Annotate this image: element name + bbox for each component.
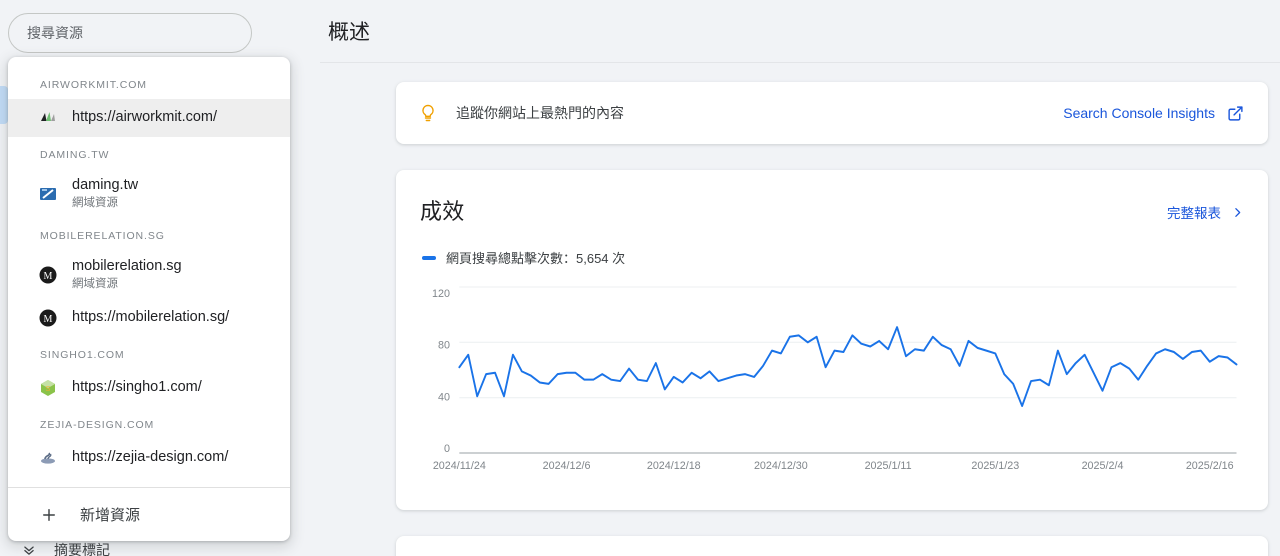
- property-item-title: daming.tw: [72, 177, 139, 193]
- performance-title: 成效: [420, 199, 465, 224]
- svg-text:2024/11/24: 2024/11/24: [433, 460, 486, 472]
- favicon-mobilerelation-icon: M: [38, 308, 58, 328]
- favicon-daming-icon: [38, 184, 58, 204]
- legend-swatch-clicks: [422, 255, 436, 260]
- add-property-label: 新增資源: [80, 507, 141, 525]
- property-item[interactable]: Mhttps://mobilerelation.sg/: [8, 299, 290, 337]
- performance-card: 成效 完整報表 網頁搜尋總點擊次數：5,654 次 0408012020: [396, 170, 1268, 510]
- svg-text:120: 120: [432, 288, 450, 300]
- full-report-label: 完整報表: [1167, 206, 1221, 221]
- external-link-icon: [1227, 105, 1244, 122]
- svg-text:2024/12/18: 2024/12/18: [647, 460, 701, 472]
- search-console-page: 搜尋資源 摘要標記 概述 追蹤你網站上最熱門的內容 Search Console…: [0, 0, 1280, 556]
- property-item-subtitle: 網域資源: [72, 277, 118, 290]
- property-item-text: https://zejia-design.com/: [72, 448, 228, 468]
- plus-icon: [40, 506, 58, 524]
- svg-text:80: 80: [438, 340, 450, 352]
- page-title: 概述: [328, 21, 370, 44]
- property-group-label: ZEJIA-DESIGN.COM: [40, 419, 155, 432]
- main-header: 概述: [320, 0, 1280, 62]
- property-item-text: daming.tw 網域資源: [72, 176, 138, 211]
- property-group-label: AIRWORKMIT.COM: [40, 79, 147, 91]
- insights-text: 追蹤你網站上最熱門的內容: [456, 105, 624, 121]
- property-item[interactable]: Mmobilerelation.sg 網域資源: [8, 250, 290, 299]
- search-input[interactable]: 搜尋資源: [8, 13, 252, 53]
- svg-text:2024/12/30: 2024/12/30: [754, 460, 808, 472]
- property-selector-dropdown[interactable]: AIRWORKMIT.COM https://airworkmit.com/DAM…: [8, 57, 290, 542]
- chevron-right-icon: [1231, 206, 1244, 219]
- property-item-title: https://airworkmit.com/: [72, 109, 218, 126]
- property-item-text: https://mobilerelation.sg/: [72, 308, 229, 328]
- performance-header: 成效 完整報表: [420, 194, 1244, 226]
- legend-label-clicks: 網頁搜尋總點擊次數：5,654 次: [446, 251, 626, 266]
- sidebar-active-indicator: [0, 86, 8, 124]
- sidebar-item-label: 摘要標記: [54, 542, 110, 556]
- property-item-text: mobilerelation.sg 網域資源: [72, 257, 182, 292]
- chart-legend[interactable]: 網頁搜尋總點擊次數：5,654 次: [422, 248, 1244, 267]
- main-content: 概述 追蹤你網站上最熱門的內容 Search Console Insights: [320, 0, 1280, 556]
- insights-link-label: Search Console Insights: [1063, 105, 1215, 121]
- property-group-label: SINGHO1.COM: [40, 349, 125, 362]
- favicon-airworkmit-icon: [38, 108, 58, 128]
- insights-card: 追蹤你網站上最熱門的內容 Search Console Insights: [396, 82, 1268, 144]
- svg-text:2025/1/11: 2025/1/11: [865, 460, 912, 472]
- svg-text:M: M: [44, 314, 53, 325]
- performance-chart-labels: 0 40 80 120 2024/11/24 2024/12/6 2024/12/18 202…: [432, 288, 1234, 472]
- property-item[interactable]: daming.tw 網域資源: [8, 169, 290, 218]
- add-property-button[interactable]: 新增資源: [8, 488, 290, 541]
- svg-text:S: S: [46, 386, 51, 393]
- property-item-title: mobilerelation.sg: [72, 258, 182, 275]
- svg-text:2024/12/6: 2024/12/6: [543, 460, 591, 472]
- header-divider: [320, 62, 1280, 63]
- full-report-link[interactable]: 完整報表: [1167, 202, 1244, 222]
- property-item[interactable]: https://airworkmit.com/: [8, 99, 290, 137]
- property-item-title: https://mobilerelation.sg/: [72, 309, 230, 326]
- property-item[interactable]: https://zejia-design.com/: [8, 439, 290, 477]
- svg-text:2025/1/23: 2025/1/23: [971, 460, 1019, 472]
- svg-text:2025/2/16: 2025/2/16: [1186, 460, 1234, 472]
- favicon-singho1-icon: S: [38, 378, 58, 398]
- lightbulb-icon: [418, 102, 438, 124]
- next-card-partial: [396, 536, 1268, 556]
- property-item-text: https://airworkmit.com/: [72, 108, 217, 128]
- property-item-subtitle: 網域資源: [72, 196, 118, 209]
- svg-text:40: 40: [438, 391, 450, 403]
- svg-text:0: 0: [444, 443, 450, 455]
- chevron-double-down-icon: [22, 543, 36, 556]
- property-item-text: https://singho1.com/: [72, 378, 202, 398]
- favicon-mobilerelation-icon: M: [38, 265, 58, 285]
- property-item-title: https://singho1.com/: [72, 379, 202, 396]
- sidebar-item-enhancements[interactable]: 摘要標記: [22, 540, 110, 556]
- search-console-insights-link[interactable]: Search Console Insights: [1063, 105, 1244, 122]
- svg-text:2025/2/4: 2025/2/4: [1082, 460, 1124, 472]
- search-placeholder-text: 搜尋資源: [27, 25, 83, 41]
- property-group-label: MOBILERELATION.SG: [40, 230, 165, 243]
- property-group-label: DAMING.TW: [40, 149, 110, 161]
- performance-chart[interactable]: 0 40 80 120 2024/11/24 2024/12/6 2024/12/18 202…: [420, 277, 1244, 487]
- property-item[interactable]: Shttps://singho1.com/: [8, 369, 290, 407]
- property-item-title: https://zejia-design.com/: [72, 449, 229, 466]
- favicon-zejia-icon: [38, 448, 58, 468]
- svg-text:M: M: [44, 271, 53, 282]
